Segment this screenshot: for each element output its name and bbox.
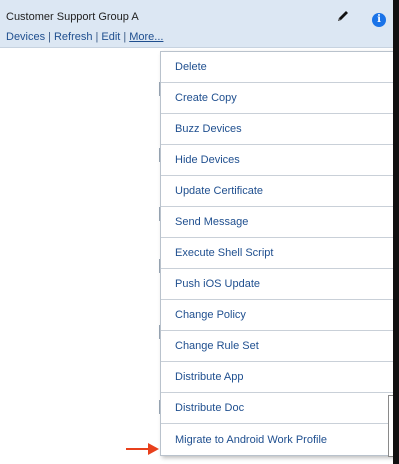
device-group-panel: Customer Support Group A Devices | Refresh… [0,0,393,464]
refresh-link[interactable]: Refresh [54,31,93,43]
pencil-icon[interactable] [336,9,350,23]
menu-item-distribute-app[interactable]: Distribute App [161,362,393,393]
more-link[interactable]: More... [129,31,163,43]
menu-item-change-rule-set[interactable]: Change Rule Set [161,331,393,362]
menu-item-push-ios-update[interactable]: Push iOS Update [161,269,393,300]
red-arrow-icon [126,443,159,455]
devices-link[interactable]: Devices [6,31,45,43]
menu-item-send-message[interactable]: Send Message [161,207,393,238]
link-separator: | [48,31,51,43]
link-separator: | [123,31,127,43]
menu-item-buzz-devices[interactable]: Buzz Devices [161,114,393,145]
menu-item-update-certificate[interactable]: Update Certificate [161,176,393,207]
edit-link[interactable]: Edit [101,31,120,43]
menu-item-execute-shell-script[interactable]: Execute Shell Script [161,238,393,269]
action-links: Devices | Refresh | Edit | More... [6,31,163,43]
menu-item-change-policy[interactable]: Change Policy [161,300,393,331]
menu-item-hide-devices[interactable]: Hide Devices [161,145,393,176]
group-title: Customer Support Group A [6,11,139,23]
link-separator: | [95,31,99,43]
info-icon[interactable]: i [372,13,386,27]
menu-item-delete[interactable]: Delete [161,52,393,83]
menu-item-create-copy[interactable]: Create Copy [161,83,393,114]
window-edge [393,0,399,464]
menu-item-distribute-doc[interactable]: Distribute Doc [161,393,393,424]
menu-item-migrate-android-work-profile[interactable]: Migrate to Android Work Profile [161,424,393,455]
group-header: Customer Support Group A Devices | Refresh… [0,0,393,48]
more-dropdown-menu: Delete Create Copy Buzz Devices Hide Dev… [160,51,393,456]
